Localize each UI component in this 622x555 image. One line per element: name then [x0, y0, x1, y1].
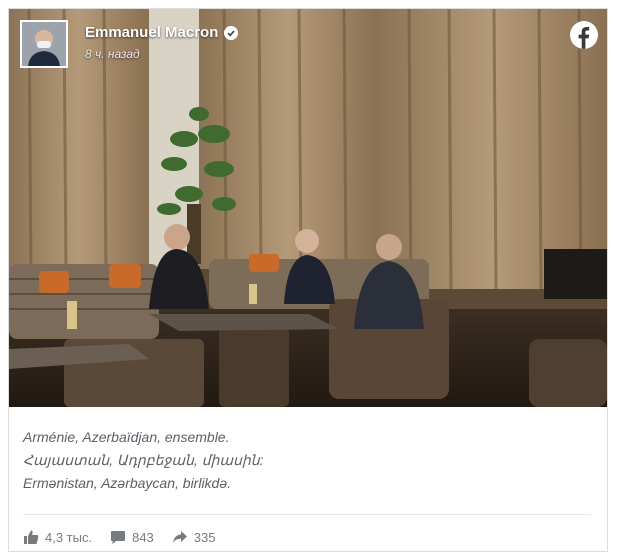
post-caption: Arménie, Azerbaïdjan, ensemble. Հայաստան…: [23, 429, 593, 498]
post-timestamp[interactable]: 8 ч. назад: [85, 47, 140, 61]
avatar-portrait: [22, 22, 66, 66]
meeting-room-photo: [9, 9, 607, 407]
post-photo[interactable]: Emmanuel Macron 8 ч. назад: [9, 9, 607, 407]
caption-line-azerbaijani: Ermənistan, Azərbaycan, birlikdə.: [23, 475, 232, 491]
shares-count: 335: [193, 529, 216, 545]
thumbs-up-icon: [24, 530, 39, 544]
verified-badge-icon: [224, 25, 239, 40]
comments-stat[interactable]: 843: [110, 529, 154, 545]
likes-count: 4,3 тыс.: [45, 529, 93, 545]
caption-line-armenian: Հայաստան, Ադրբեջան, միասին:: [23, 452, 264, 468]
comment-icon: [111, 531, 126, 544]
author-avatar[interactable]: [20, 20, 68, 68]
author-line: Emmanuel Macron: [85, 24, 239, 41]
facebook-logo-icon[interactable]: [570, 21, 598, 49]
comments-count: 843: [132, 529, 154, 545]
facebook-post-card: Emmanuel Macron 8 ч. назад Arménie, Azer…: [8, 8, 608, 552]
share-arrow-icon: [172, 531, 187, 543]
likes-stat[interactable]: 4,3 тыс.: [23, 529, 92, 545]
author-name[interactable]: Emmanuel Macron: [85, 24, 218, 41]
shares-stat[interactable]: 335: [172, 529, 216, 545]
divider: [23, 514, 591, 515]
engagement-stats: 4,3 тыс. 843 335: [23, 529, 216, 545]
caption-line-french: Arménie, Azerbaïdjan, ensemble.: [23, 429, 230, 445]
